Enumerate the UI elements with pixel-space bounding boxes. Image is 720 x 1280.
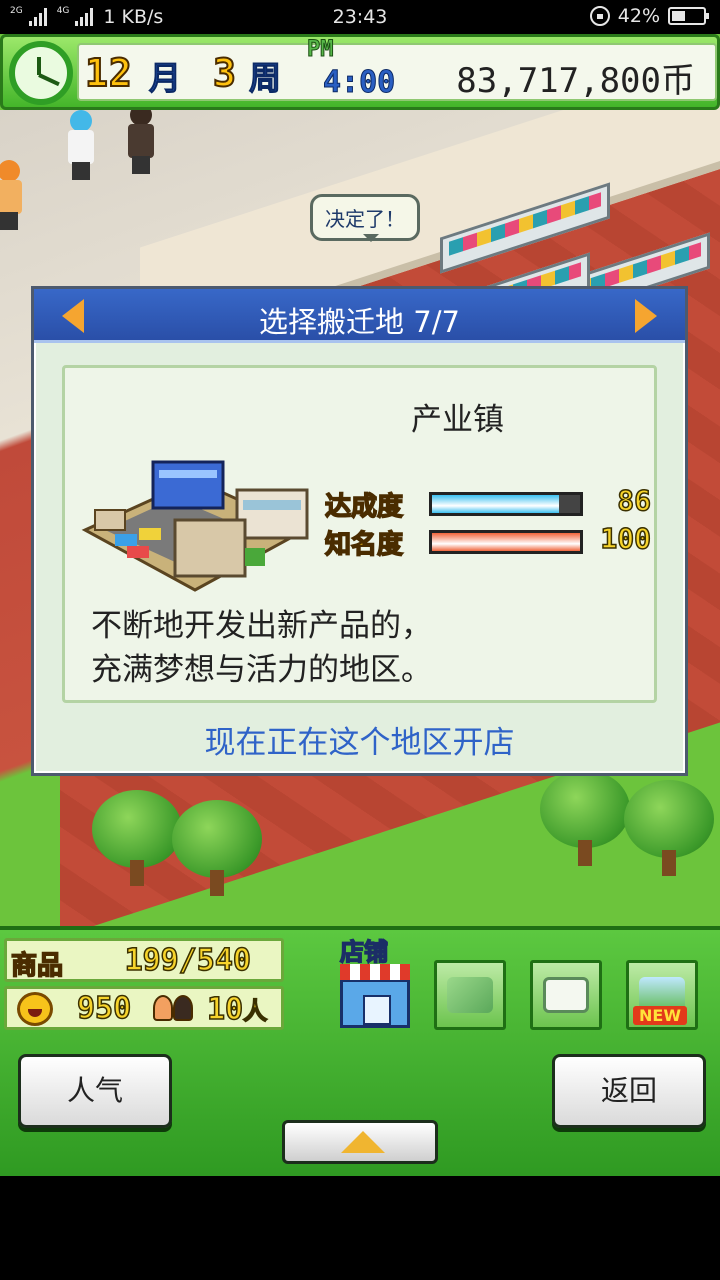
chat-icon — [543, 977, 589, 1013]
game-time: 4:00 — [322, 65, 396, 101]
town-card[interactable]: 产业镇 达成度 86 知名度 100 不断地开发出新产品的， 充满梦想与活力的地区。 — [62, 365, 657, 703]
rotation-lock-icon — [589, 6, 610, 26]
goods-counter: 商品 199/540 — [4, 938, 284, 982]
status-right: 42% — [589, 5, 709, 27]
date-time-panel: 12 月 3 周 PM 4:00 83,717,800币 — [77, 37, 717, 101]
staff-count: 10人 — [206, 991, 268, 1028]
stat-row: 达成度 86 — [324, 483, 652, 523]
stat-label: 达成度 — [324, 491, 404, 523]
store-icon — [340, 964, 410, 1028]
map-button[interactable]: NEW — [626, 960, 698, 1030]
status-bar: 2G 4G 1 KB/s 23:43 42% — [0, 0, 720, 34]
month-label: 月 — [148, 59, 182, 98]
battery-icon — [668, 7, 709, 25]
bottom-hud: 商品 199/540 950 10人 店铺 NEW 人气 返回 — [0, 926, 720, 1176]
popularity-button[interactable]: 人气 — [18, 1054, 172, 1128]
tree — [92, 790, 182, 890]
clock-icon — [9, 41, 73, 105]
stat-value: 100 — [600, 521, 652, 556]
stat-bar — [429, 530, 583, 554]
tree — [540, 770, 630, 870]
chat-button[interactable] — [530, 960, 602, 1030]
stat-bar-fill — [432, 533, 580, 551]
arrow-right-icon[interactable] — [635, 299, 657, 333]
stat-value: 86 — [617, 483, 652, 518]
staff-unit: 人 — [242, 996, 268, 1026]
stat-bar-fill — [432, 495, 560, 513]
store-label: 店铺 — [339, 937, 389, 967]
stat-label: 知名度 — [324, 529, 404, 561]
staff-value: 10 — [206, 991, 244, 1028]
town-illustration — [81, 460, 309, 592]
week-label: 周 — [248, 59, 282, 98]
staff-icon — [153, 995, 197, 1023]
bottom-black-area — [0, 1176, 720, 1280]
goods-label: 商品 — [10, 950, 64, 982]
week-number: 3 — [212, 50, 237, 96]
goods-button[interactable] — [434, 960, 506, 1030]
back-button[interactable]: 返回 — [552, 1054, 706, 1128]
stat-bar — [429, 492, 583, 516]
dialog-title: 选择搬迁地 7/7 — [259, 305, 460, 339]
relocation-dialog: 选择搬迁地 7/7 产业镇 达成度 86 知名度 100 不断地开发出新产品的，… — [31, 286, 688, 776]
expand-button[interactable] — [282, 1120, 438, 1164]
current-location-note: 现在正在这个地区开店 — [204, 725, 515, 761]
town-name: 产业镇 — [411, 402, 504, 438]
chevron-up-icon — [341, 1131, 385, 1153]
customer-character — [64, 110, 98, 180]
top-hud: 12 月 3 周 PM 4:00 83,717,800币 — [0, 34, 720, 110]
popularity-value: 950 — [76, 990, 132, 1027]
dialog-header: 选择搬迁地 7/7 — [34, 289, 685, 343]
store-button[interactable]: 店铺 — [338, 932, 412, 1032]
game-screen[interactable]: 决定了！ 12 月 3 周 PM 4:00 83,717,800币 选择搬迁地 … — [0, 34, 720, 1176]
speech-bubble: 决定了！ — [310, 194, 420, 242]
month-number: 12 — [84, 50, 133, 96]
customer-character — [0, 160, 26, 230]
tree — [624, 780, 714, 880]
popularity-panel: 950 10人 — [4, 986, 284, 1030]
description-line: 充满梦想与活力的地区。 — [91, 652, 432, 688]
description-line: 不断地开发出新产品的， — [91, 608, 432, 644]
new-badge: NEW — [633, 1006, 687, 1025]
smiley-icon — [17, 992, 53, 1026]
stat-row: 知名度 100 — [324, 521, 652, 561]
battery-fill — [672, 11, 685, 21]
customer-character — [124, 104, 158, 174]
tree — [172, 800, 262, 900]
goods-value: 199/540 — [124, 942, 252, 979]
goods-icon — [447, 977, 493, 1013]
money-display: 83,717,800币 — [456, 61, 695, 101]
battery-percent: 42% — [617, 5, 660, 27]
am-pm-indicator: PM — [307, 37, 334, 63]
town-description: 不断地开发出新产品的， 充满梦想与活力的地区。 — [91, 604, 432, 692]
